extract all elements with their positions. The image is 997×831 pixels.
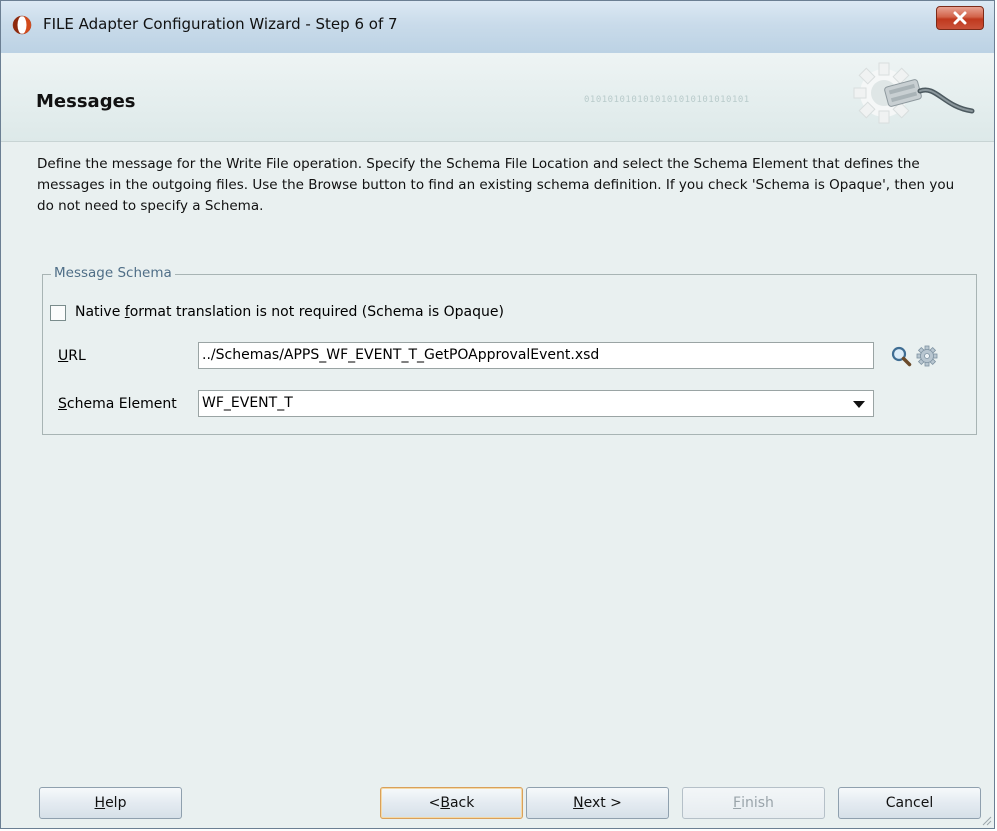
cancel-button[interactable]: Cancel — [838, 787, 981, 819]
url-label: URL — [58, 348, 86, 364]
schema-element-select[interactable]: WF_EVENT_T — [198, 390, 874, 417]
help-button[interactable]: Help — [39, 787, 182, 819]
search-icon[interactable] — [890, 345, 912, 367]
close-icon — [953, 11, 967, 25]
app-icon — [12, 15, 32, 35]
title-bar[interactable]: FILE Adapter Configuration Wizard - Step… — [1, 1, 994, 54]
next-button[interactable]: Next > — [526, 787, 669, 819]
description-text: Define the message for the Write File op… — [37, 156, 955, 214]
finish-button[interactable]: Finish — [682, 787, 825, 819]
window-title: FILE Adapter Configuration Wizard - Step… — [43, 15, 398, 33]
gear-icon[interactable] — [916, 345, 938, 367]
schema-element-label: Schema Element — [58, 396, 177, 412]
url-field[interactable]: ../Schemas/APPS_WF_EVENT_T_GetPOApproval… — [198, 342, 874, 369]
binary-decoration: 0101010101010101010101010101 — [584, 95, 750, 105]
page-header: Messages 0101010101010101010101010101 — [1, 53, 994, 142]
opaque-checkbox-label[interactable]: Native format translation is not require… — [75, 304, 504, 320]
message-schema-group: Message Schema Native format translation… — [42, 265, 977, 435]
opaque-checkbox[interactable] — [50, 305, 66, 321]
schema-element-value: WF_EVENT_T — [202, 395, 293, 411]
group-title: Message Schema — [51, 265, 175, 281]
page-title: Messages — [36, 91, 136, 112]
resize-grip-icon[interactable] — [980, 814, 992, 826]
close-button[interactable] — [936, 6, 984, 30]
wizard-window: FILE Adapter Configuration Wizard - Step… — [0, 0, 995, 829]
back-button[interactable]: < Back — [380, 787, 523, 819]
chevron-down-icon[interactable] — [853, 401, 865, 408]
adapter-plug-icon — [853, 62, 975, 124]
